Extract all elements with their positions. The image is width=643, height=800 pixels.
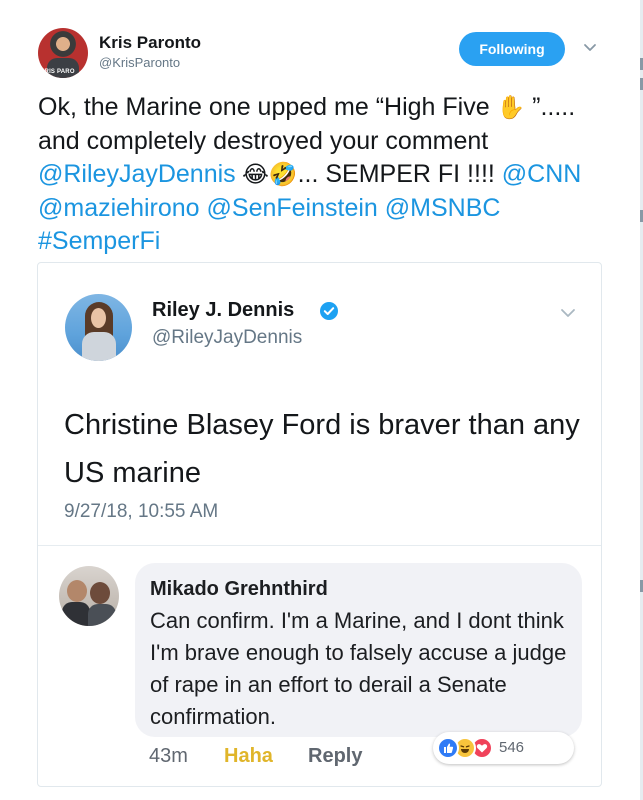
avatar-person — [67, 580, 87, 602]
author-avatar[interactable]: KRIS PARO — [38, 28, 88, 78]
verified-icon — [320, 302, 338, 320]
avatar-person-body — [62, 602, 90, 626]
avatar-person-body — [88, 604, 116, 626]
avatar-clothes — [82, 332, 116, 361]
mention-link[interactable]: @MSNBC — [385, 194, 501, 222]
avatar-shirt — [47, 58, 79, 78]
comment-text: Can confirm. I'm a Marine, and I dont th… — [150, 608, 567, 729]
author-name[interactable]: Kris Paronto — [99, 33, 201, 53]
commenter-avatar — [59, 566, 119, 626]
quoted-avatar — [65, 294, 132, 361]
tweet-text-part: ... SEMPER FI !!!! — [297, 160, 502, 188]
comment-time: 43m — [149, 745, 188, 767]
tweet-text-part: Ok, the Marine one upped me “High Five — [38, 93, 497, 121]
avatar-person — [90, 582, 110, 604]
high-five-emoji: ✋ — [496, 94, 526, 120]
tweet-header: KRIS PARO Kris Paronto @KrisParonto Foll… — [38, 28, 608, 78]
commenter-name: Mikado Grehnthird — [150, 578, 328, 600]
divider — [38, 545, 601, 546]
quoted-tweet-date: 9/27/18, 10:55 AM — [64, 501, 219, 522]
caret-down-icon[interactable] — [581, 38, 599, 56]
reactions-summary: 546 — [433, 732, 574, 764]
author-handle[interactable]: @KrisParonto — [99, 55, 180, 70]
avatar-text: KRIS PARO — [40, 69, 75, 75]
mention-link[interactable]: @CNN — [502, 160, 582, 188]
quoted-author-name: Riley J. Dennis — [152, 299, 295, 321]
caret-down-icon — [561, 309, 575, 317]
quoted-author-handle: @RileyJayDennis — [152, 327, 303, 348]
laughing-emoji: 😂🤣 — [235, 161, 298, 187]
reaction-count: 546 — [499, 739, 525, 756]
hashtag-link[interactable]: #SemperFi — [38, 227, 160, 255]
tweet-text: Ok, the Marine one upped me “High Five ✋… — [38, 91, 614, 259]
mention-link[interactable]: @RileyJayDennis — [38, 160, 236, 188]
mention-link[interactable]: @SenFeinstein — [207, 194, 378, 222]
following-button[interactable]: Following — [459, 32, 565, 66]
quoted-tweet-text: Christine Blasey Ford is braver than any… — [64, 409, 580, 489]
like-reaction-icon — [437, 737, 459, 759]
avatar-face — [91, 308, 106, 328]
quoted-screenshot[interactable]: Riley J. Dennis @RileyJayDennis Christin… — [37, 262, 602, 787]
haha-link: Haha — [224, 745, 273, 767]
mention-link[interactable]: @maziehirono — [38, 194, 200, 222]
reply-link: Reply — [308, 745, 363, 767]
